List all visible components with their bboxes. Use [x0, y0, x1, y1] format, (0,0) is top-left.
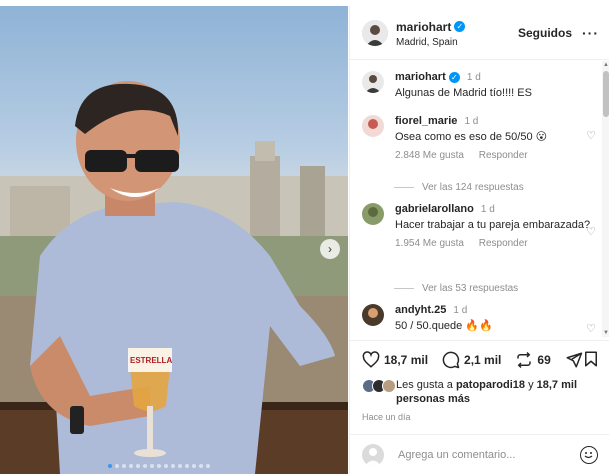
comment-likes[interactable]: 2.848 Me gusta — [395, 150, 464, 161]
carousel-dot[interactable] — [206, 464, 210, 468]
caption-time: 1 d — [466, 72, 481, 83]
comment-icon — [442, 351, 460, 368]
likes-prefix: Les gusta a — [396, 379, 456, 391]
reposts-count: 69 — [537, 352, 551, 367]
list-item: gabrielarollano 1 d Hacer trabajar a tu … — [362, 203, 600, 249]
reply-button[interactable]: Responder — [479, 238, 528, 249]
avatar[interactable] — [362, 71, 384, 93]
caption-username[interactable]: mariohart — [395, 71, 446, 83]
following-button[interactable]: Seguidos — [518, 26, 572, 40]
comment-text: 50 / 50.quede 🔥🔥 — [395, 320, 493, 332]
avatar — [362, 443, 384, 466]
comment-button[interactable]: 2,1 mil — [442, 351, 501, 369]
heart-icon — [362, 350, 380, 368]
repost-icon — [517, 351, 532, 368]
view-replies-button[interactable]: Ver las 53 respuestas — [394, 283, 518, 294]
post-photo[interactable]: ESTRELLA › — [0, 6, 348, 474]
carousel-dots — [108, 464, 210, 468]
list-item: andyht.25 1 d 50 / 50.quede 🔥🔥 ♡ — [362, 304, 600, 335]
comments-list: mariohart ✓ 1 d Algunas de Madrid tío!!!… — [350, 61, 602, 337]
comment-text: Osea como es eso de 50/50 😮 — [395, 131, 548, 143]
comment-input[interactable] — [398, 448, 580, 461]
carousel-dot[interactable] — [178, 464, 182, 468]
comment-time: 1 d — [464, 116, 479, 127]
likes-text[interactable]: Les gusta a patoparodi18 y 18,7 mil pers… — [396, 378, 577, 406]
carousel-dot[interactable] — [185, 464, 189, 468]
avatar[interactable] — [362, 19, 388, 46]
carousel-next-button[interactable]: › — [320, 239, 340, 259]
verified-icon: ✓ — [448, 72, 460, 83]
photo-scene — [0, 81, 348, 474]
post-header: mariohart ✓ Madrid, Spain Seguidos ··· — [350, 6, 609, 60]
caption: mariohart ✓ 1 d Algunas de Madrid tío!!!… — [362, 71, 600, 100]
carousel-dot[interactable] — [171, 464, 175, 468]
heart-icon[interactable]: ♡ — [586, 129, 596, 142]
heart-icon[interactable]: ♡ — [586, 322, 596, 335]
chevron-right-icon: › — [328, 242, 332, 256]
liker-avatars[interactable] — [362, 379, 396, 393]
beer-glass-logo: ESTRELLA — [130, 356, 173, 365]
avatar[interactable] — [362, 203, 384, 225]
view-replies-button[interactable]: Ver las 124 respuestas — [394, 182, 524, 193]
carousel-dot[interactable] — [122, 464, 126, 468]
comment-time: 1 d — [480, 204, 495, 215]
carousel-dot[interactable] — [115, 464, 119, 468]
caption-text: Algunas de Madrid tío!!!! ES — [395, 87, 532, 99]
add-comment-bar — [350, 434, 609, 474]
post-timestamp[interactable]: Hace un día — [362, 412, 411, 422]
avatar[interactable] — [362, 115, 384, 137]
carousel-dot[interactable] — [157, 464, 161, 468]
reply-button[interactable]: Responder — [479, 150, 528, 161]
carousel-dot[interactable] — [136, 464, 140, 468]
carousel-dot[interactable] — [150, 464, 154, 468]
list-item: fiorel_marie 1 d Osea como es eso de 50/… — [362, 115, 600, 161]
bookmark-icon — [585, 351, 597, 367]
like-button[interactable]: 18,7 mil — [362, 350, 429, 369]
likes-summary: Les gusta a patoparodi18 y 18,7 mil pers… — [362, 378, 602, 406]
comment-time: 1 d — [453, 305, 468, 316]
emoji-icon[interactable] — [580, 445, 598, 464]
avatar — [382, 379, 396, 393]
comment-username[interactable]: gabrielarollano — [395, 203, 474, 215]
comment-username[interactable]: fiorel_marie — [395, 115, 457, 127]
heart-icon[interactable]: ♡ — [586, 225, 596, 238]
carousel-dot[interactable] — [108, 464, 112, 468]
carousel-dot[interactable] — [164, 464, 168, 468]
comment-text: Hacer trabajar a tu pareja embarazada? — [395, 219, 591, 231]
post-username[interactable]: mariohart ✓ — [396, 20, 466, 34]
share-icon — [566, 352, 582, 367]
verified-icon: ✓ — [454, 21, 466, 32]
comments-count: 2,1 mil — [464, 352, 502, 367]
likes-suffix[interactable]: personas más — [396, 393, 470, 405]
scroll-up-icon[interactable]: ▲ — [603, 62, 609, 68]
avatar[interactable] — [362, 304, 384, 326]
scroll-thumb[interactable] — [603, 71, 609, 117]
action-bar: 18,7 mil 2,1 mil 69 — [350, 340, 609, 378]
scroll-down-icon[interactable]: ▼ — [603, 330, 609, 336]
post-location[interactable]: Madrid, Spain — [396, 37, 518, 48]
comment-username[interactable]: andyht.25 — [395, 304, 446, 316]
post-panel: mariohart ✓ Madrid, Spain Seguidos ··· m… — [349, 6, 609, 474]
comments-scrollbar[interactable]: ▲ ▼ — [602, 61, 609, 337]
likes-count: 18,7 mil — [384, 352, 429, 367]
username-text[interactable]: mariohart — [396, 20, 451, 34]
carousel-dot[interactable] — [143, 464, 147, 468]
repost-button[interactable]: 69 — [515, 351, 551, 369]
carousel-dot[interactable] — [199, 464, 203, 468]
save-button[interactable] — [582, 350, 600, 373]
liker-username[interactable]: patoparodi18 — [456, 379, 525, 391]
comment-likes[interactable]: 1.954 Me gusta — [395, 238, 464, 249]
likes-total[interactable]: 18,7 mil — [537, 379, 577, 391]
carousel-dot[interactable] — [192, 464, 196, 468]
more-options-button[interactable]: ··· — [582, 25, 599, 41]
carousel-dot[interactable] — [129, 464, 133, 468]
likes-middle: y — [525, 379, 537, 391]
